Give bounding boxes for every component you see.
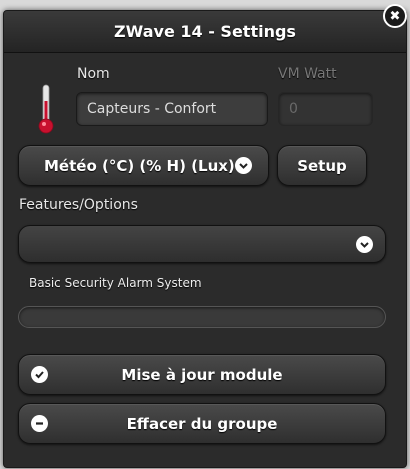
remove-from-group-label: Effacer du groupe [126,414,278,433]
update-module-button[interactable]: Mise à jour module [18,354,386,395]
remove-from-group-button[interactable]: Effacer du groupe [18,403,386,444]
features-label: Features/Options [19,197,138,213]
setup-button-label: Setup [297,156,347,175]
setup-button[interactable]: Setup [277,145,367,186]
vm-watt-placeholder: 0 [289,101,298,117]
dialog-title: ZWave 14 - Settings [114,22,296,41]
minus-icon [31,415,48,432]
check-icon [31,366,48,383]
vm-watt-input: 0 [278,92,373,126]
vm-watt-label: VM Watt [278,66,337,82]
close-glyph: ✖ [389,8,401,24]
chevron-down-icon [356,236,373,253]
dialog-titlebar: ZWave 14 - Settings [4,11,406,53]
name-label: Nom [77,66,110,82]
close-icon[interactable]: ✖ [383,4,407,28]
device-type-label: Météo (°C) (% H) (Lux) [44,156,235,175]
chevron-down-icon [235,157,252,174]
device-type-select[interactable]: Météo (°C) (% H) (Lux) [18,145,269,186]
security-label: Basic Security Alarm System [29,276,202,290]
name-input[interactable]: Capteurs - Confort [76,92,268,126]
security-progress-bar [18,306,386,328]
update-module-label: Mise à jour module [121,365,283,384]
settings-dialog: ZWave 14 - Settings Nom Capteurs - Confo… [3,10,407,468]
features-select[interactable] [18,225,386,263]
name-input-value: Capteurs - Confort [87,101,217,117]
thermometer-icon [38,84,54,134]
